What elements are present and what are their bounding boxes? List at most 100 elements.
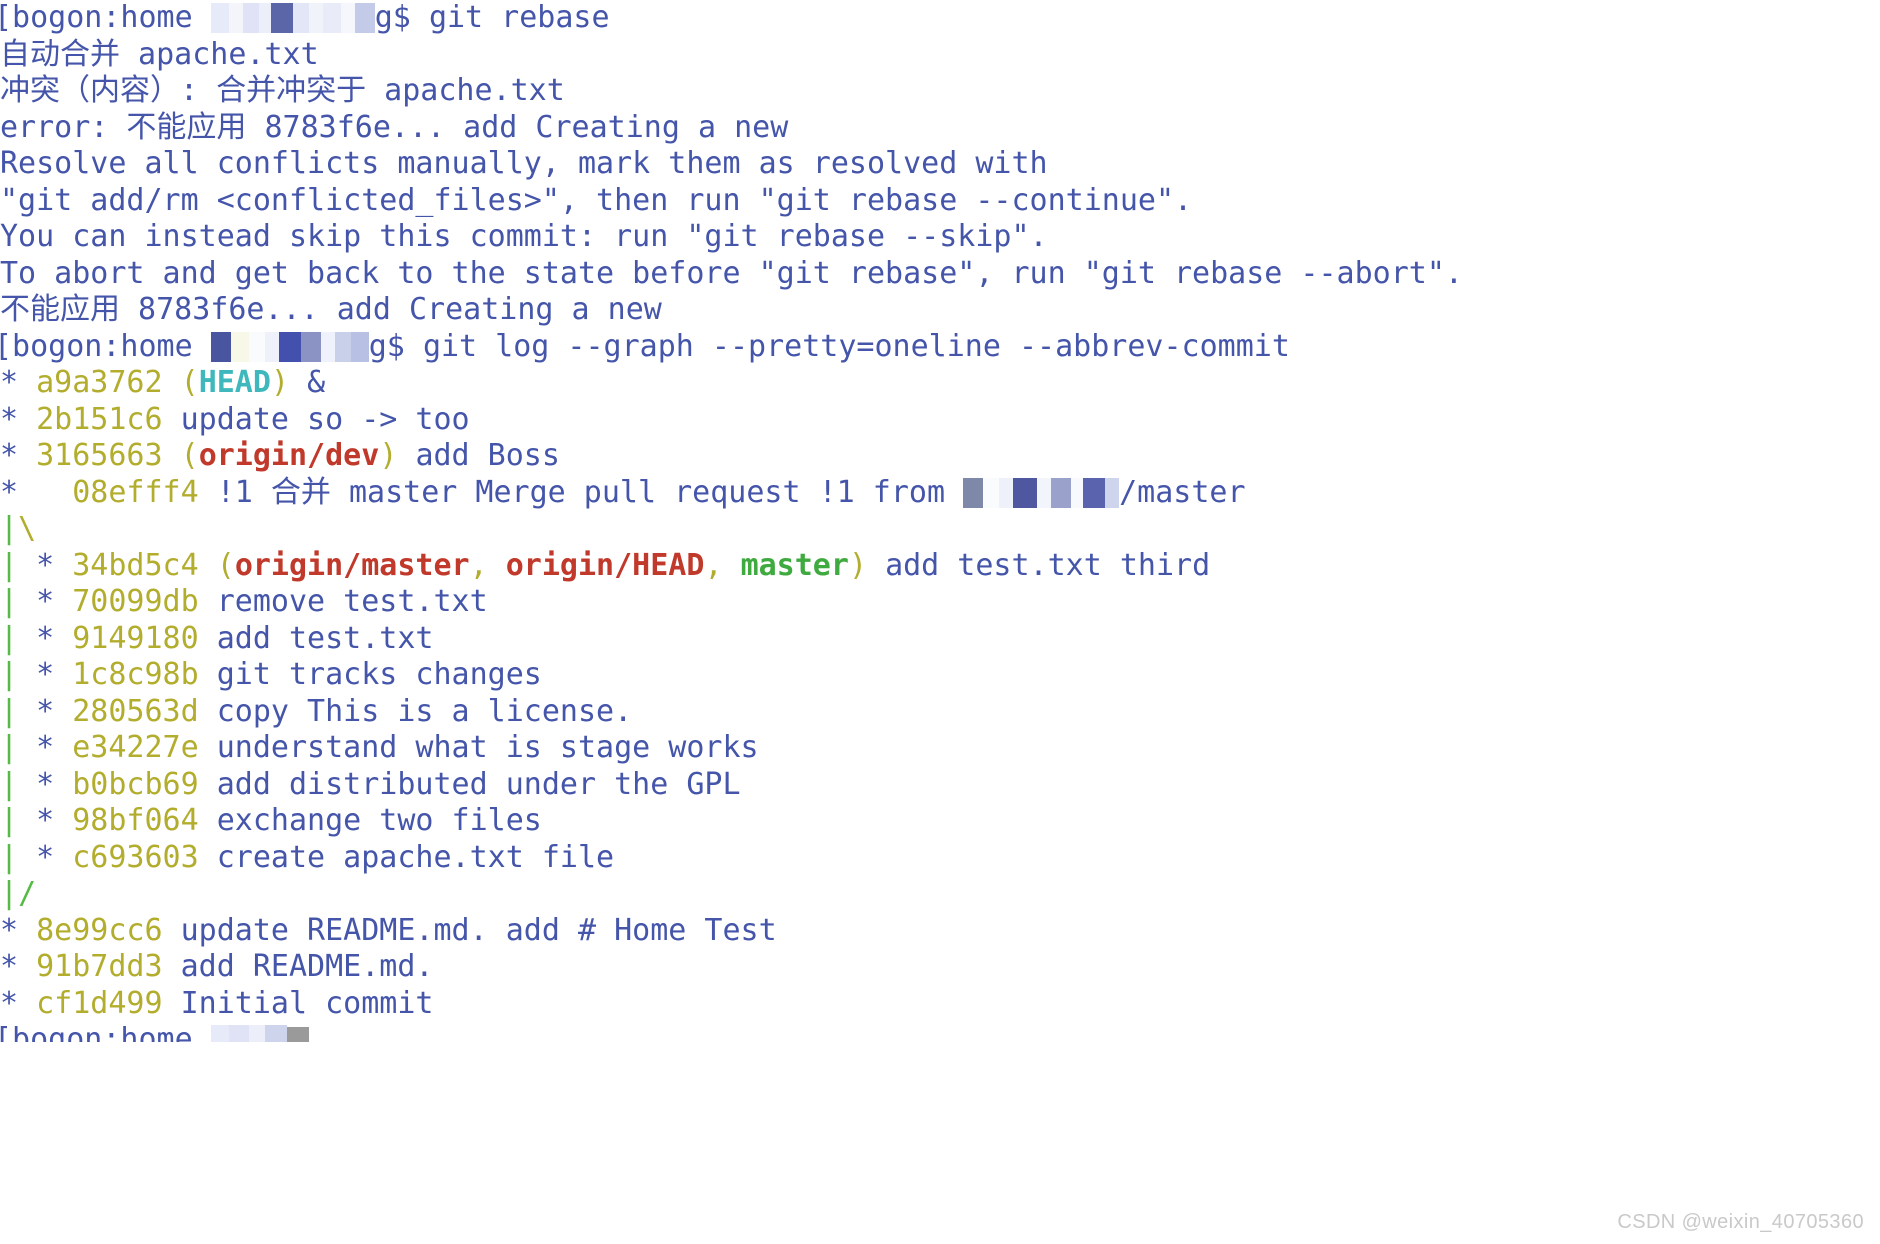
commit-subject: & — [307, 365, 326, 400]
prompt-host: [bogon:home — [0, 0, 211, 35]
graph-branch-open: |\ — [0, 511, 1880, 548]
graph-commit-marker: * — [36, 657, 73, 692]
refs-paren-open: ( — [198, 547, 235, 583]
graph-commit-marker: * — [36, 839, 73, 875]
commit-subject: add Boss — [415, 438, 560, 473]
commit-subject: git tracks changes — [216, 657, 542, 692]
ref-remote-origin-master[interactable]: origin/master — [235, 548, 470, 583]
rebase-output-line-7: 不能应用 8783f6e... add Creating a new — [0, 292, 662, 327]
commit-hash[interactable]: b0bcb69 — [72, 767, 198, 802]
graph-rail: | — [0, 584, 37, 619]
graph-commit-marker: * — [0, 949, 37, 984]
rebase-output-line-2: error: 不能应用 8783f6e... add Creating a ne… — [0, 109, 789, 145]
log-entry-row: * cf1d499 Initial commit — [0, 986, 1880, 1023]
refs-separator: , — [469, 547, 506, 583]
trailing-prompt-line: [bogon:home — [0, 1022, 1880, 1042]
graph-commit-marker: * — [0, 438, 37, 473]
log-entry-row: | * c693603 create apache.txt file — [0, 840, 1880, 877]
graph-rail: | — [0, 876, 19, 911]
graph-commit-marker: * — [36, 803, 73, 838]
commit-hash[interactable]: 9149180 — [72, 621, 198, 656]
graph-commit-marker: * — [36, 766, 73, 802]
graph-rail: | — [0, 657, 37, 692]
graph-rail: | — [0, 803, 37, 838]
graph-rail: | — [0, 511, 19, 546]
log-entry-row: | * 9149180 add test.txt — [0, 621, 1880, 658]
commit-hash[interactable]: a9a3762 — [36, 365, 162, 400]
commit-hash[interactable]: 3165663 — [36, 438, 162, 473]
graph-commit-marker: * — [36, 620, 73, 656]
commit-hash[interactable]: cf1d499 — [36, 986, 162, 1021]
terminal-cursor — [286, 1027, 309, 1042]
commit-subject: add README.md. — [180, 949, 434, 984]
graph-commit-marker: * — [0, 912, 37, 948]
graph-commit-marker: * — [36, 730, 73, 765]
commit-hash[interactable]: 1c8c98b — [72, 657, 198, 692]
prompt-line-rebase: [bogon:home g$ git rebase — [0, 0, 1880, 37]
git-log-graph-output: * a9a3762 (HEAD) & * 2b151c6 update so ->… — [0, 365, 1880, 1022]
log-entry-row: * 91b7dd3 add README.md. — [0, 949, 1880, 986]
ref-remote-origin-dev[interactable]: origin/dev — [199, 438, 380, 473]
ref-head-HEAD[interactable]: HEAD — [199, 365, 271, 400]
commit-subject: copy This is a license. — [216, 693, 633, 729]
commit-hash[interactable]: 2b151c6 — [36, 402, 162, 437]
commit-subject: Initial commit — [180, 985, 434, 1021]
commit-hash[interactable]: 280563d — [72, 694, 198, 729]
commit-hash[interactable]: 34bd5c4 — [72, 548, 198, 583]
rebase-output-line-0: 自动合并 apache.txt — [0, 36, 319, 72]
csdn-watermark: CSDN @weixin_40705360 — [1617, 1211, 1864, 1233]
commit-hash[interactable]: 8e99cc6 — [36, 913, 162, 948]
ref-local-master[interactable]: master — [741, 548, 849, 583]
redacted-username-3 — [210, 1025, 287, 1042]
log-entry-row: * a9a3762 (HEAD) & — [0, 365, 1880, 402]
log-entry-row: | * 70099db remove test.txt — [0, 584, 1880, 621]
refs-paren-close: ) — [270, 365, 308, 400]
refs-paren-open: ( — [162, 438, 199, 473]
refs-separator: , — [704, 547, 741, 583]
graph-rail: | — [0, 839, 37, 875]
commit-subject: understand what is stage works — [216, 730, 759, 765]
graph-commit-marker: * — [0, 365, 37, 400]
commit-hash[interactable]: c693603 — [72, 840, 198, 875]
commit-subject: update README.md. add # Home Test — [180, 912, 777, 948]
rebase-output-line-4: "git add/rm <conflicted_files>", then ru… — [0, 182, 1193, 218]
log-entry-row: | * e34227e understand what is stage wor… — [0, 730, 1880, 767]
commit-subject: !1 合并 master Merge pull request !1 from — [216, 474, 964, 510]
prompt-suffix: g$ — [368, 328, 423, 364]
ref-remote-origin-HEAD[interactable]: origin/HEAD — [506, 548, 705, 583]
graph-branch-close: |/ — [0, 876, 1880, 913]
graph-rail: | — [0, 730, 37, 765]
graph-rail: | — [0, 693, 37, 729]
log-entry-row: * 2b151c6 update so -> too — [0, 402, 1880, 439]
graph-rail: | — [0, 547, 37, 583]
commit-hash[interactable]: 08efff4 — [72, 475, 198, 510]
log-entry-row: | * 34bd5c4 (origin/master, origin/HEAD,… — [0, 548, 1880, 585]
graph-join-slash: / — [18, 876, 37, 911]
commit-hash[interactable]: 91b7dd3 — [36, 949, 162, 984]
prompt-host-partial: [bogon:home — [0, 1022, 211, 1042]
log-entry-row: | * 1c8c98b git tracks changes — [0, 657, 1880, 694]
graph-commit-marker: * — [36, 584, 73, 619]
commit-hash[interactable]: 98bf064 — [72, 803, 198, 838]
commit-subject-tail: /master — [1119, 474, 1246, 510]
prompt-suffix: g$ — [374, 0, 429, 35]
graph-commit-marker: * — [0, 985, 37, 1021]
redacted-org-name — [963, 477, 1120, 508]
commit-subject: update so -> too — [180, 401, 470, 437]
commit-hash[interactable]: 70099db — [72, 584, 198, 619]
graph-rail: | — [0, 620, 37, 656]
log-entry-row: | * b0bcb69 add distributed under the GP… — [0, 767, 1880, 804]
log-entry-row: | * 280563d copy This is a license. — [0, 694, 1880, 731]
refs-paren-open: ( — [162, 365, 199, 400]
redacted-username-2 — [210, 331, 369, 362]
commit-hash[interactable]: e34227e — [72, 730, 198, 765]
